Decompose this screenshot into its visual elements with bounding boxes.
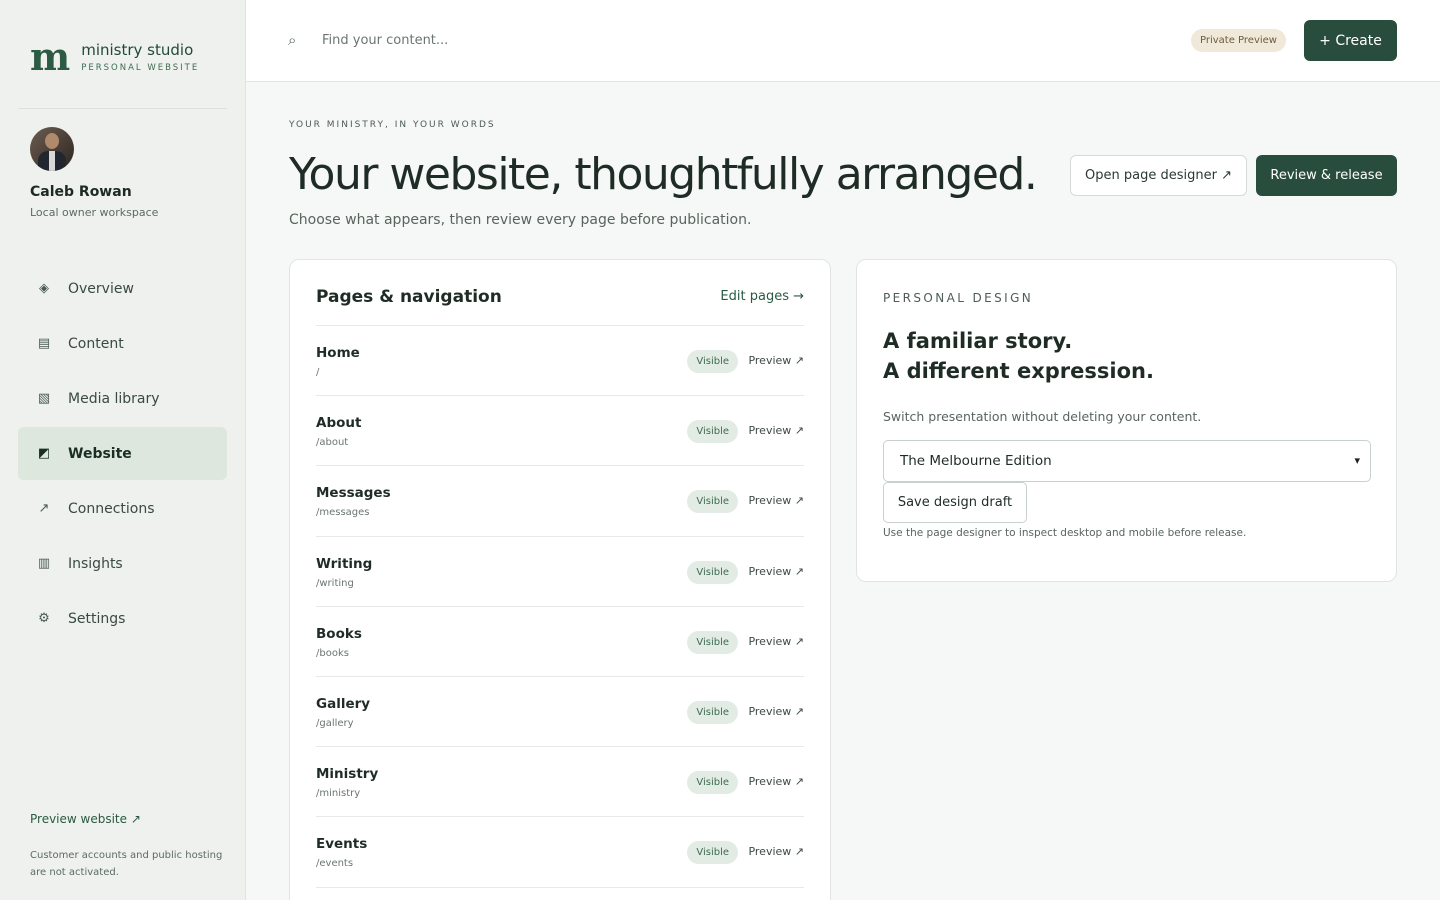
- personal-design-card: PERSONAL DESIGN A familiar story. A diff…: [856, 259, 1397, 582]
- sidebar-nav: ◈ Overview ▤ Content ▧ Media library ◩ W…: [18, 262, 227, 647]
- divider: [18, 108, 227, 109]
- page-path: /about: [316, 437, 349, 449]
- open-page-designer-button[interactable]: Open page designer ↗: [1070, 155, 1247, 196]
- sidebar-item-settings[interactable]: ⚙ Settings: [18, 592, 227, 645]
- page-name: About: [316, 415, 362, 432]
- page-eyebrow: YOUR MINISTRY, IN YOUR WORDS: [289, 120, 496, 130]
- heading-line-2: A different expression.: [883, 359, 1154, 383]
- sidebar-item-label: Media library: [68, 390, 160, 407]
- image-icon: ▧: [37, 391, 51, 406]
- user-name: Caleb Rowan: [30, 184, 132, 200]
- status-badge: Visible: [687, 560, 738, 584]
- selected-design: The Melbourne Edition: [900, 453, 1052, 469]
- card-subtitle: Switch presentation without deleting you…: [883, 409, 1202, 424]
- page-path: /writing: [316, 577, 354, 589]
- sidebar-item-media-library[interactable]: ▧ Media library: [18, 372, 227, 425]
- list-item[interactable]: Home / Visible Preview ↗: [316, 326, 804, 397]
- preview-link[interactable]: Preview ↗: [748, 424, 804, 437]
- review-release-button[interactable]: Review & release: [1256, 155, 1397, 196]
- preview-link[interactable]: Preview ↗: [748, 354, 804, 367]
- edit-pages-link[interactable]: Edit pages →: [720, 289, 804, 304]
- page-name: Events: [316, 836, 368, 853]
- design-note: Use the page designer to inspect desktop…: [883, 527, 1247, 539]
- page-name: Ministry: [316, 766, 379, 783]
- page-path: /: [316, 367, 320, 378]
- save-design-draft-button[interactable]: Save design draft: [883, 482, 1027, 523]
- arrow-up-right-icon: ↗: [38, 501, 50, 516]
- website-icon: ◩: [37, 446, 51, 461]
- design-select[interactable]: The Melbourne Edition ▾: [883, 440, 1371, 482]
- chevron-down-icon: ▾: [1354, 454, 1360, 467]
- status-badge: Visible: [687, 350, 738, 373]
- sidebar-item-label: Settings: [68, 610, 126, 627]
- sidebar-item-insights[interactable]: ▥ Insights: [18, 537, 227, 590]
- list-item[interactable]: Messages /messages Visible Preview ↗: [316, 466, 804, 537]
- create-button[interactable]: + Create: [1304, 20, 1397, 61]
- page-title: Your website, thoughtfully arranged.: [289, 149, 1038, 200]
- sidebar-item-website[interactable]: ◩ Website: [18, 427, 227, 480]
- page-name: Books: [316, 625, 362, 642]
- list-item[interactable]: Books /books Visible Preview ↗: [316, 607, 804, 677]
- brand-logo: m: [30, 34, 70, 79]
- page-name: Messages: [316, 485, 391, 502]
- user-role: Local owner workspace: [30, 206, 159, 219]
- preview-link[interactable]: Preview ↗: [748, 635, 804, 648]
- page-name: Writing: [316, 555, 373, 572]
- sidebar: m ministry studio PERSONAL WEBSITE Caleb…: [0, 0, 246, 900]
- status-badge: Visible: [687, 630, 738, 654]
- preview-link[interactable]: Preview ↗: [748, 494, 804, 507]
- sidebar-item-connections[interactable]: ↗ Connections: [18, 482, 227, 535]
- preview-website-link[interactable]: Preview website ↗: [30, 812, 141, 826]
- list-item[interactable]: About /about Visible Preview ↗: [316, 396, 804, 467]
- list-item[interactable]: Events /events Visible Preview ↗: [316, 817, 804, 888]
- page-path: /books: [316, 647, 349, 659]
- list-item[interactable]: Writing /writing Visible Preview ↗: [316, 537, 804, 607]
- preview-link[interactable]: Preview ↗: [748, 705, 804, 718]
- preview-link[interactable]: Preview ↗: [748, 565, 804, 578]
- page-path: /events: [316, 858, 354, 870]
- pages-navigation-card: Pages & navigation Edit pages → Home / V…: [289, 259, 831, 900]
- card-eyebrow: PERSONAL DESIGN: [883, 291, 1034, 305]
- avatar: [30, 127, 74, 171]
- preview-link[interactable]: Preview ↗: [748, 845, 804, 858]
- status-badge: Visible: [687, 420, 738, 444]
- search-icon: ⌕: [288, 31, 297, 49]
- heading-line-1: A familiar story.: [883, 329, 1073, 353]
- topbar: ⌕ Private Preview + Create: [246, 0, 1440, 82]
- page-path: /messages: [316, 507, 370, 519]
- sidebar-item-label: Overview: [68, 280, 134, 297]
- pages-list: Home / Visible Preview ↗ About /about Vi…: [316, 325, 804, 888]
- sidebar-item-label: Website: [68, 445, 132, 462]
- page-name: Home: [316, 345, 360, 361]
- gear-icon: ⚙: [38, 611, 50, 626]
- status-badge: Visible: [687, 490, 738, 514]
- brand-subtitle: PERSONAL WEBSITE: [81, 63, 200, 73]
- status-badge: Visible: [687, 841, 738, 865]
- list-item[interactable]: Gallery /gallery Visible Preview ↗: [316, 677, 804, 748]
- brand[interactable]: m ministry studio PERSONAL WEBSITE: [30, 38, 199, 76]
- private-preview-badge: Private Preview: [1191, 29, 1286, 52]
- diamond-icon: ◈: [39, 281, 49, 296]
- card-heading: A familiar story. A different expression…: [883, 326, 1154, 386]
- sidebar-item-label: Content: [68, 335, 124, 352]
- sidebar-item-overview[interactable]: ◈ Overview: [18, 262, 227, 315]
- brand-name: ministry studio: [81, 41, 194, 59]
- card-title: Pages & navigation: [316, 287, 502, 307]
- page-path: /ministry: [316, 788, 361, 800]
- status-badge: Visible: [687, 771, 738, 795]
- sidebar-footnote: Customer accounts and public hosting are…: [30, 850, 223, 878]
- status-badge: Visible: [687, 700, 738, 724]
- search-input[interactable]: [322, 28, 922, 52]
- sidebar-item-content[interactable]: ▤ Content: [18, 317, 227, 370]
- columns-icon: ▥: [37, 556, 51, 571]
- page-name: Gallery: [316, 695, 371, 712]
- list-item[interactable]: Ministry /ministry Visible Preview ↗: [316, 747, 804, 818]
- page-path: /gallery: [316, 717, 354, 729]
- page-subtitle: Choose what appears, then review every p…: [289, 212, 752, 228]
- preview-link[interactable]: Preview ↗: [748, 775, 804, 788]
- sidebar-item-label: Connections: [68, 500, 155, 517]
- document-icon: ▤: [37, 336, 51, 351]
- sidebar-item-label: Insights: [68, 555, 123, 572]
